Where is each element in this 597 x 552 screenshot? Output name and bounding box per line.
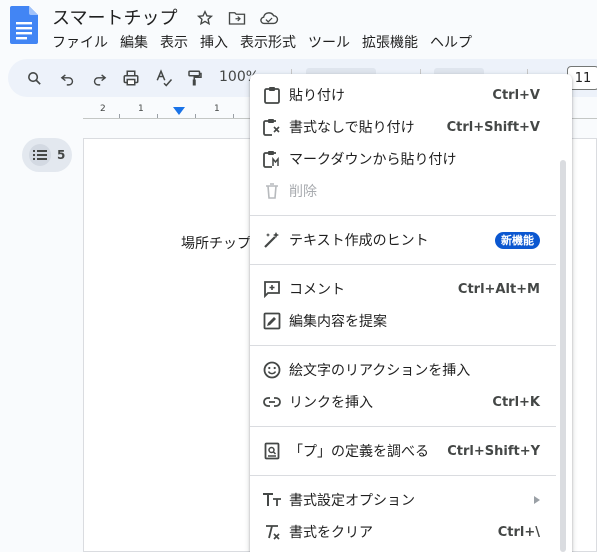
menu-item-emoji-reaction[interactable]: 絵文字のリアクションを挿入 [250, 354, 556, 386]
paste-without-formatting-icon [262, 117, 282, 137]
menu-separator [250, 426, 556, 427]
menu-item-shortcut: Ctrl+K [492, 394, 540, 410]
ruler-tick [157, 114, 158, 118]
cloud-saved-icon[interactable] [257, 7, 281, 29]
menu-item-clear-formatting[interactable]: 書式をクリア Ctrl+\ [250, 516, 556, 548]
menu-file[interactable]: ファイル [46, 30, 114, 54]
menu-view[interactable]: 表示 [154, 30, 194, 54]
ruler-number: 2 [100, 104, 106, 114]
menu-item-label: 書式をクリア [289, 525, 373, 541]
menu-separator [250, 215, 556, 216]
menu-item-shortcut: Ctrl+Alt+M [457, 281, 540, 297]
indent-marker[interactable] [173, 107, 185, 115]
menu-item-shortcut: Ctrl+Shift+V [446, 119, 540, 135]
menu-item-label: 「プ」の定義を調べる [289, 444, 429, 460]
ruler-number: 1 [138, 104, 144, 114]
paint-format-icon[interactable] [183, 66, 207, 90]
clear-formatting-icon [262, 522, 282, 542]
submenu-arrow-icon [534, 496, 540, 504]
search-icon[interactable] [22, 66, 46, 90]
magic-pen-icon [262, 230, 282, 250]
paste-markdown-icon [262, 149, 282, 169]
ruler-tick [119, 114, 120, 118]
star-icon[interactable] [193, 7, 217, 29]
menu-item-suggest-edits[interactable]: 編集内容を提案 [250, 305, 556, 337]
menu-insert[interactable]: 挿入 [194, 30, 234, 54]
menu-edit[interactable]: 編集 [114, 30, 154, 54]
menu-item-label: コメント [289, 282, 345, 298]
document-title[interactable]: スマートチップ [52, 4, 177, 30]
menu-item-comment[interactable]: コメント Ctrl+Alt+M [250, 273, 556, 305]
menu-item-define[interactable]: 「プ」の定義を調べる Ctrl+Shift+Y [250, 435, 556, 467]
emoji-icon [262, 360, 282, 380]
menu-separator [250, 475, 556, 476]
undo-icon[interactable] [55, 66, 79, 90]
ruler-tick [195, 114, 196, 118]
document-text[interactable]: 場所チップ [181, 233, 251, 253]
paste-icon [262, 85, 282, 105]
menu-help[interactable]: ヘルプ [424, 30, 478, 54]
menu-item-label: リンクを挿入 [289, 395, 373, 411]
menu-item-label: マークダウンから貼り付け [289, 152, 457, 168]
document-outline-button[interactable]: 5 [22, 138, 72, 172]
ruler-number: 1 [214, 104, 220, 114]
menu-item-delete: 削除 [250, 175, 556, 207]
menu-item-paste-from-markdown[interactable]: マークダウンから貼り付け [250, 143, 556, 175]
menu-item-insert-link[interactable]: リンクを挿入 Ctrl+K [250, 386, 556, 418]
context-menu: 貼り付け Ctrl+V 書式なしで貼り付け Ctrl+Shift+V マークダウ… [250, 74, 572, 552]
menu-separator [250, 264, 556, 265]
ruler-tick [233, 114, 234, 118]
suggest-edits-icon [262, 311, 282, 331]
menu-item-label: 編集内容を提案 [289, 314, 387, 330]
move-to-folder-icon[interactable] [225, 7, 249, 29]
redo-icon[interactable] [87, 66, 111, 90]
menu-item-shortcut: Ctrl+V [492, 87, 540, 103]
menu-item-paste-without-formatting[interactable]: 書式なしで貼り付け Ctrl+Shift+V [250, 111, 556, 143]
menu-item-shortcut: Ctrl+Shift+Y [447, 443, 540, 459]
add-comment-icon [262, 279, 282, 299]
print-icon[interactable] [119, 66, 143, 90]
dictionary-icon [262, 441, 282, 461]
menu-item-label: 絵文字のリアクションを挿入 [289, 363, 471, 379]
menu-item-label: テキスト作成のヒント [289, 233, 429, 249]
spellcheck-icon[interactable] [152, 66, 176, 90]
menu-tools[interactable]: ツール [302, 30, 356, 54]
new-feature-badge: 新機能 [495, 231, 540, 249]
menu-extensions[interactable]: 拡張機能 [356, 30, 424, 54]
list-icon [29, 144, 51, 166]
app-header: スマートチップ ファイル 編集 表示 挿入 表示形式 ツール 拡張機能 ヘルプ [0, 0, 597, 56]
menubar: ファイル 編集 表示 挿入 表示形式 ツール 拡張機能 ヘルプ [46, 30, 478, 54]
menu-item-label: 書式なしで貼り付け [289, 120, 415, 136]
menu-item-label: 削除 [289, 184, 317, 200]
menu-item-label: 貼り付け [289, 88, 345, 104]
link-icon [262, 392, 282, 412]
menu-scrollbar[interactable] [560, 160, 566, 552]
delete-icon [262, 181, 282, 201]
menu-item-format-options[interactable]: 書式設定オプション [250, 484, 556, 516]
outline-count: 5 [57, 148, 66, 162]
menu-format[interactable]: 表示形式 [234, 30, 302, 54]
menu-item-writing-hints[interactable]: テキスト作成のヒント 新機能 [250, 224, 556, 256]
docs-logo-icon[interactable] [10, 6, 38, 44]
text-format-icon [262, 490, 282, 510]
menu-item-shortcut: Ctrl+\ [497, 524, 540, 540]
menu-separator [250, 345, 556, 346]
menu-item-paste[interactable]: 貼り付け Ctrl+V [250, 79, 556, 111]
menu-item-label: 書式設定オプション [289, 493, 415, 509]
